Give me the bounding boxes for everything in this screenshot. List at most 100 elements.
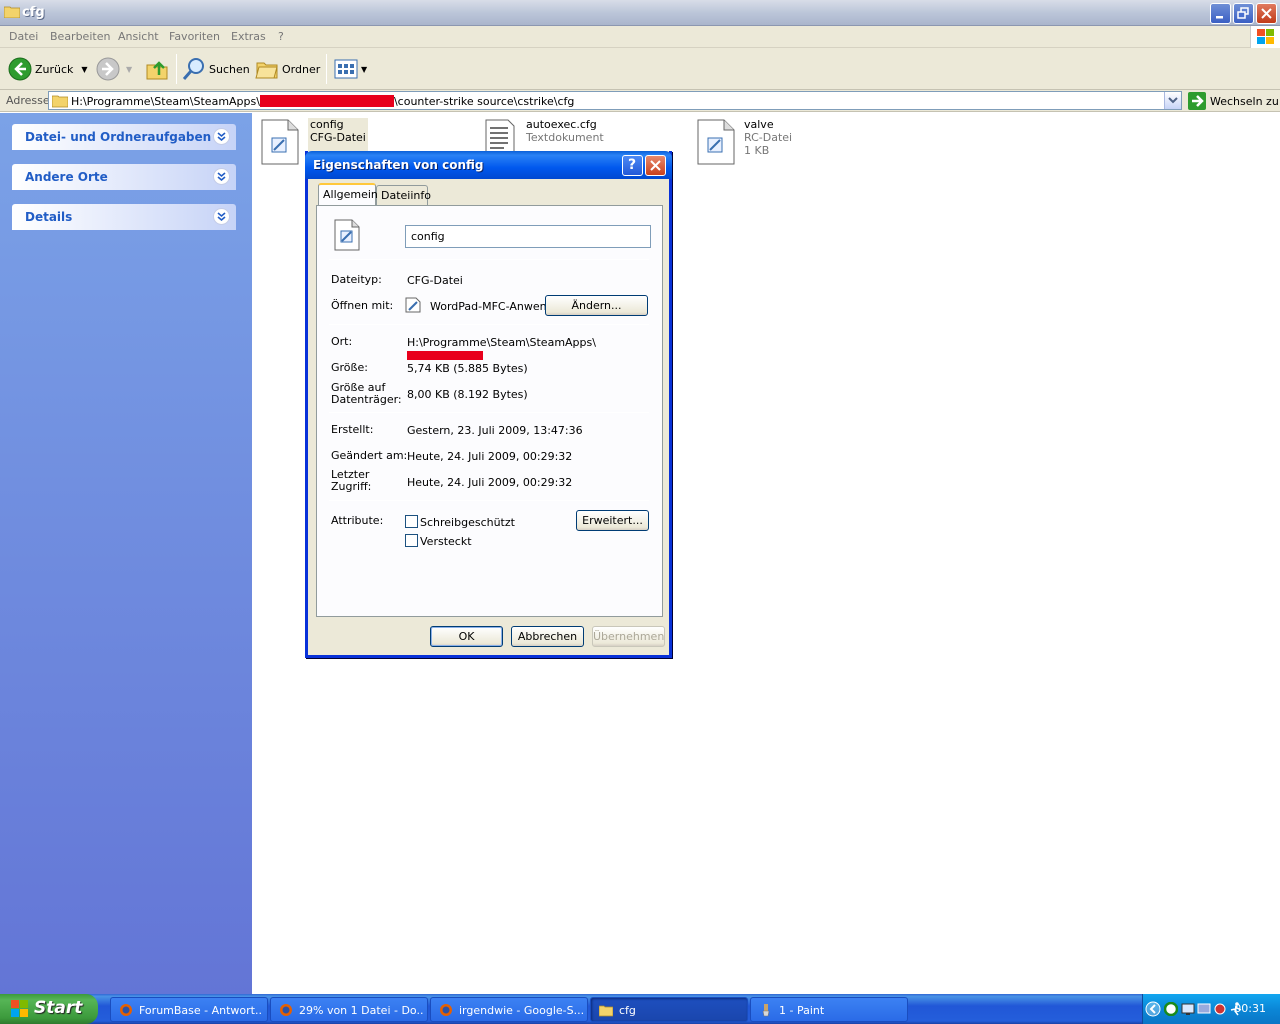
views-button[interactable]: ▼ xyxy=(334,56,367,82)
start-label: Start xyxy=(34,998,83,1018)
folder-icon xyxy=(599,1005,613,1017)
hidden-label: Versteckt xyxy=(420,535,472,548)
network-icon[interactable] xyxy=(1181,1002,1195,1016)
file-type: RC-Datei xyxy=(744,131,793,144)
address-dropdown-button[interactable] xyxy=(1164,92,1181,109)
properties-dialog: Eigenschaften von config ? Allgemein Dat… xyxy=(305,151,672,658)
task-download[interactable]: 29% von 1 Datei - Do... xyxy=(270,997,428,1022)
accessed-label-line2: Zugriff: xyxy=(331,480,372,493)
minimize-button[interactable] xyxy=(1210,3,1231,24)
readonly-checkbox[interactable] xyxy=(405,515,418,528)
tray-expand-icon[interactable] xyxy=(1145,1001,1161,1017)
divider xyxy=(329,500,649,501)
restore-button[interactable] xyxy=(1233,3,1254,24)
address-input[interactable]: H:\Programme\Steam\SteamApps\ \counter-st… xyxy=(48,91,1182,110)
help-icon: ? xyxy=(628,157,637,173)
hidden-checkbox[interactable] xyxy=(405,534,418,547)
change-button[interactable]: Ändern... xyxy=(545,295,648,316)
start-button[interactable]: Start xyxy=(0,994,98,1024)
open-with-label: Öffnen mit: xyxy=(331,299,394,312)
redaction-mark xyxy=(407,351,483,360)
help-button[interactable]: ? xyxy=(622,155,643,176)
folders-label: Ordner xyxy=(282,62,321,76)
address-label: Adresse xyxy=(6,94,50,107)
paint-icon xyxy=(762,1004,770,1017)
task-cfg[interactable]: cfg xyxy=(590,997,748,1022)
antivirus-icon[interactable] xyxy=(1164,1002,1178,1016)
forward-dropdown-icon: ▼ xyxy=(126,64,133,74)
back-arrow-icon xyxy=(8,57,32,81)
up-folder-icon xyxy=(146,61,168,80)
size-label: Größe: xyxy=(331,361,368,374)
windows-flag-icon xyxy=(11,1000,28,1017)
toolbar: Zurück ▼ ▼ Suchen Ordner ▼ xyxy=(0,48,1280,90)
search-label: Suchen xyxy=(209,62,250,76)
accessed-value: Heute, 24. Juli 2009, 00:29:32 xyxy=(407,476,573,489)
address-path-end: \counter-strike source\cstrike\cfg xyxy=(393,95,575,108)
address-path-start: H:\Programme\Steam\SteamApps\ xyxy=(71,95,260,108)
panel-file-folder-tasks[interactable]: Datei- und Ordneraufgaben xyxy=(12,124,236,150)
display-icon[interactable] xyxy=(1197,1002,1211,1016)
expand-chevron-icon[interactable] xyxy=(213,208,230,225)
dialog-close-button[interactable] xyxy=(645,155,666,176)
disk-size-label-line2: Datenträger: xyxy=(331,393,402,406)
back-dropdown-icon[interactable]: ▼ xyxy=(81,65,87,74)
location-path: H:\Programme\Steam\SteamApps\ xyxy=(407,336,596,349)
modified-label: Geändert am: xyxy=(331,449,408,462)
cancel-button[interactable]: Abbrechen xyxy=(511,626,584,647)
file-item-valve[interactable]: valve RC-Datei 1 KB xyxy=(696,118,792,166)
toolbar-separator xyxy=(326,54,327,84)
go-arrow-icon xyxy=(1188,92,1206,110)
views-dropdown-icon[interactable]: ▼ xyxy=(361,65,367,74)
window-titlebar[interactable]: cfg xyxy=(0,0,1280,26)
back-button[interactable]: Zurück ▼ xyxy=(8,56,88,82)
task-label: cfg xyxy=(619,1004,636,1017)
clock: 00:31 xyxy=(1234,1002,1266,1015)
address-bar: Adresse H:\Programme\Steam\SteamApps\ \co… xyxy=(0,90,1280,112)
menu-datei[interactable]: Datei xyxy=(9,30,38,43)
system-tray: 00:31 xyxy=(1142,994,1280,1024)
menu-ansicht[interactable]: Ansicht xyxy=(118,30,159,43)
panel-other-places[interactable]: Andere Orte xyxy=(12,164,236,190)
task-forumbase[interactable]: ForumBase - Antwort... xyxy=(110,997,268,1022)
readonly-label: Schreibgeschützt xyxy=(420,516,515,529)
task-google[interactable]: irgendwie - Google-S... xyxy=(430,997,588,1022)
restore-icon xyxy=(1237,7,1249,19)
address-path: H:\Programme\Steam\SteamApps\ \counter-st… xyxy=(71,95,574,108)
minimize-icon xyxy=(1216,16,1223,19)
dialog-titlebar[interactable]: Eigenschaften von config ? xyxy=(305,151,672,179)
advanced-button[interactable]: Erweitert... xyxy=(576,510,649,531)
forward-button[interactable]: ▼ xyxy=(96,56,132,82)
panel-details[interactable]: Details xyxy=(12,204,236,230)
panel-label: Details xyxy=(25,210,73,224)
search-button[interactable]: Suchen xyxy=(182,56,250,82)
tab-allgemein[interactable]: Allgemein xyxy=(318,183,378,205)
file-size: 1 KB xyxy=(744,144,770,157)
toolbar-separator xyxy=(176,54,177,84)
type-value: CFG-Datei xyxy=(407,274,463,287)
file-name: config xyxy=(310,118,344,131)
menu-help[interactable]: ? xyxy=(278,30,284,43)
attributes-label: Attribute: xyxy=(331,514,384,527)
go-button[interactable]: Wechseln zu xyxy=(1188,92,1279,110)
up-folder-button[interactable] xyxy=(145,56,169,82)
expand-chevron-icon[interactable] xyxy=(213,168,230,185)
rc-file-icon xyxy=(697,119,735,165)
firefox-icon xyxy=(120,1004,132,1016)
filename-input[interactable]: config xyxy=(405,225,651,248)
tab-dateiinfo[interactable]: Dateiinfo xyxy=(376,185,431,205)
menu-favoriten[interactable]: Favoriten xyxy=(169,30,220,43)
location-value: H:\Programme\Steam\SteamApps\ xyxy=(407,336,662,362)
windows-logo xyxy=(1250,26,1280,48)
folders-button[interactable]: Ordner xyxy=(255,56,320,82)
menu-bar: Datei Bearbeiten Ansicht Favoriten Extra… xyxy=(0,26,1280,48)
created-value: Gestern, 23. Juli 2009, 13:47:36 xyxy=(407,424,583,437)
close-button[interactable] xyxy=(1256,3,1277,24)
menu-bearbeiten[interactable]: Bearbeiten xyxy=(50,30,110,43)
task-paint[interactable]: 1 - Paint xyxy=(750,997,908,1022)
ok-button[interactable]: OK xyxy=(430,626,503,647)
menu-extras[interactable]: Extras xyxy=(231,30,266,43)
task-pane: Datei- und Ordneraufgaben Andere Orte De… xyxy=(0,113,252,995)
expand-chevron-icon[interactable] xyxy=(213,128,230,145)
security-icon[interactable] xyxy=(1213,1002,1227,1016)
